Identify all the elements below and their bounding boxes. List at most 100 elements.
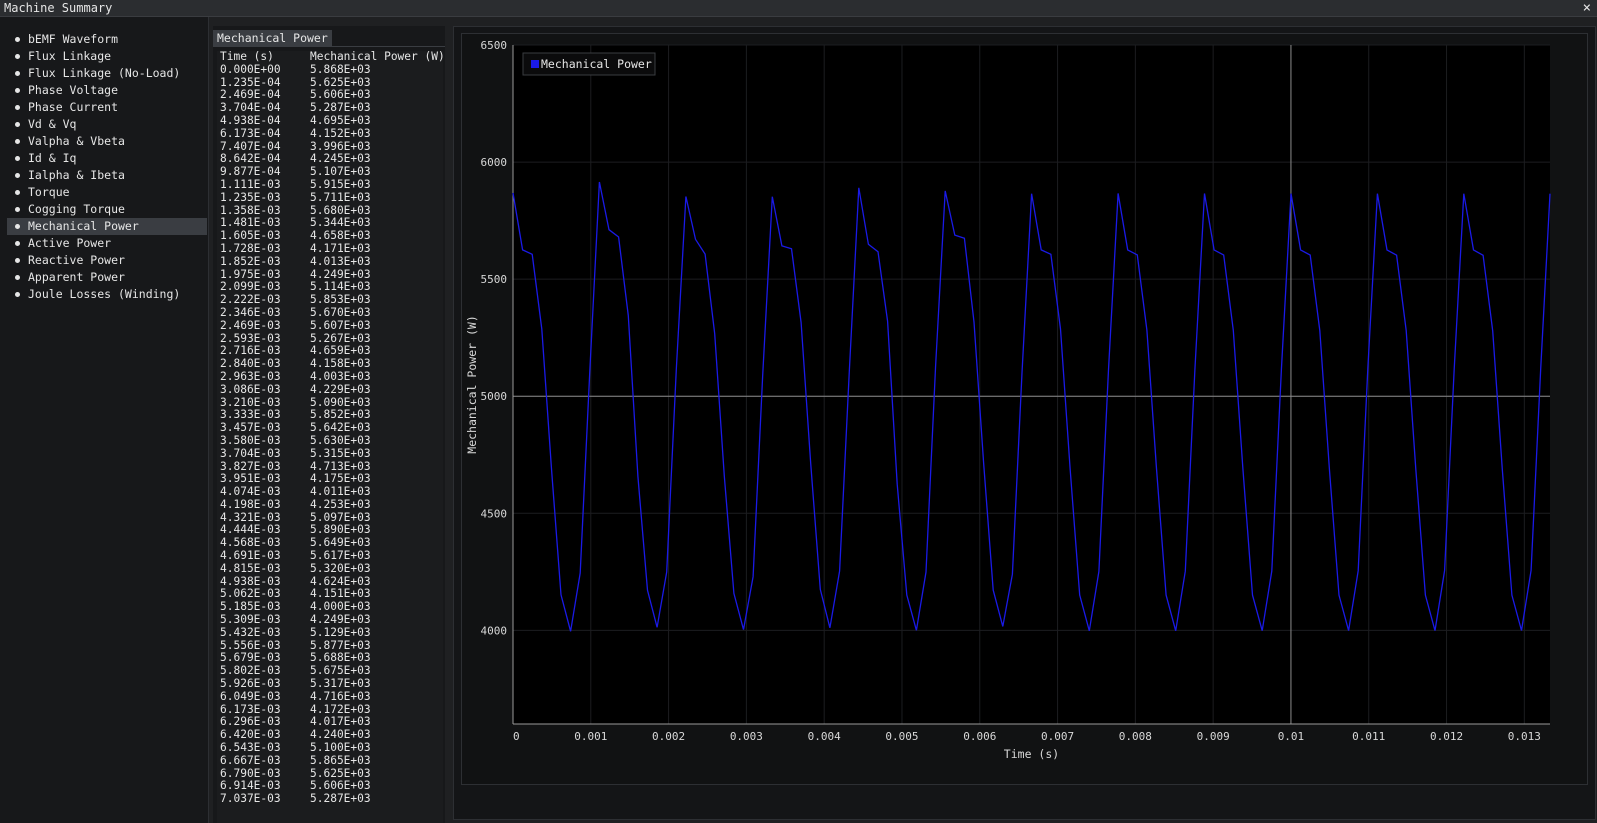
bullet-icon (15, 241, 20, 246)
sidebar-item-id-iq[interactable]: Id & Iq (7, 150, 207, 167)
sidebar-item-apparent-power[interactable]: Apparent Power (7, 269, 207, 286)
title-bar: Machine Summary × (0, 0, 1597, 17)
y-tick-label: 5500 (481, 273, 508, 286)
tab-mechanical-power[interactable]: Mechanical Power (213, 30, 332, 46)
bullet-icon (15, 71, 20, 76)
cell-power: 5.642E+03 (310, 421, 371, 435)
cell-power: 5.617E+03 (310, 549, 371, 563)
y-tick-label: 6000 (481, 156, 508, 169)
table-row: 7.037E-03 5.287E+03 (217, 792, 443, 806)
sidebar-item-torque[interactable]: Torque (7, 184, 207, 201)
close-icon[interactable]: × (1583, 0, 1591, 16)
x-tick-label: 0.013 (1508, 730, 1541, 743)
cell-power: 5.868E+03 (310, 62, 371, 76)
cell-power: 5.711E+03 (310, 190, 371, 204)
table-row: 3.086E-03 4.229E+03 (217, 382, 443, 397)
table-row: 6.543E-03 5.100E+03 (217, 741, 443, 755)
bullet-icon (15, 207, 20, 212)
table-row: 5.926E-03 5.317E+03 (217, 677, 443, 691)
header-power: Mechanical Power (W) (310, 51, 443, 63)
x-tick-label: 0.007 (1041, 730, 1074, 743)
x-tick-label: 0.002 (652, 730, 685, 743)
window-title: Machine Summary (4, 1, 113, 15)
cell-time: 5.309E-03 (220, 613, 281, 627)
cell-time: 1.111E-03 (220, 177, 281, 191)
table-row: 1.235E-03 5.711E+03 (217, 190, 443, 205)
cell-time: 5.432E-03 (220, 625, 281, 639)
cell-power: 4.695E+03 (310, 113, 371, 127)
sidebar-item-label: Reactive Power (28, 253, 125, 267)
cell-power: 5.630E+03 (310, 433, 371, 447)
x-tick-label: 0.005 (885, 730, 918, 743)
sidebar-item-mechanical-power[interactable]: Mechanical Power (7, 218, 207, 235)
cell-power: 5.315E+03 (310, 446, 371, 460)
table-row: 2.346E-03 5.670E+03 (217, 306, 443, 320)
mechanical-power-chart[interactable]: 0 0.001 0.002 0.003 0.004 0.005 0.006 0.007 0.00… (462, 34, 1587, 784)
sidebar-item-valpha-vbeta[interactable]: Valpha & Vbeta (7, 133, 207, 150)
y-tick-label: 4000 (481, 624, 508, 637)
cell-power: 5.100E+03 (310, 741, 371, 755)
plot-area[interactable]: 0 0.001 0.002 0.003 0.004 0.005 0.006 0.007 0.00… (461, 33, 1588, 785)
cell-time: 3.086E-03 (220, 382, 281, 396)
bullet-icon (15, 224, 20, 229)
bullet-icon (15, 156, 20, 161)
cell-power: 5.129E+03 (310, 625, 371, 639)
cell-time: 2.963E-03 (220, 369, 281, 383)
sidebar-item-label: Phase Current (28, 100, 119, 114)
y-tick-label: 4500 (481, 507, 508, 520)
data-table[interactable]: Time (s) Mechanical Power (W) 0.000E+00 5.… (217, 51, 443, 823)
bullet-icon (15, 275, 20, 280)
x-tick-label: 0.01 (1278, 730, 1305, 743)
sidebar-item-joule-losses-winding[interactable]: Joule Losses (Winding) (7, 286, 207, 303)
cell-time: 2.840E-03 (220, 357, 281, 371)
sidebar-item-label: Flux Linkage (No-Load) (28, 66, 181, 80)
header-time: Time (s) (220, 51, 274, 63)
table-row: 4.815E-03 5.320E+03 (217, 562, 443, 576)
cell-time: 6.173E-04 (220, 126, 281, 140)
sidebar-item-label: Valpha & Vbeta (28, 134, 125, 148)
sidebar-item-ialpha-ibeta[interactable]: Ialpha & Ibeta (7, 167, 207, 184)
bullet-icon (15, 122, 20, 127)
cell-time: 1.728E-03 (220, 241, 281, 255)
cell-time: 0.000E+00 (220, 62, 281, 76)
cell-time: 6.667E-03 (220, 753, 281, 767)
cell-time: 4.691E-03 (220, 549, 281, 563)
cell-power: 4.152E+03 (310, 126, 371, 140)
sidebar-item-label: Torque (28, 185, 70, 199)
cell-power: 4.229E+03 (310, 382, 371, 396)
legend-swatch (531, 60, 539, 68)
cell-power: 5.865E+03 (310, 753, 371, 767)
sidebar-item-bemf-waveform[interactable]: bEMF Waveform (7, 31, 207, 48)
table-row: 3.457E-03 5.642E+03 (217, 421, 443, 435)
table-row: 2.469E-03 5.607E+03 (217, 318, 443, 333)
sidebar-item-cogging-torque[interactable]: Cogging Torque (7, 201, 207, 218)
cell-power: 4.003E+03 (310, 369, 371, 383)
bullet-icon (15, 173, 20, 178)
sidebar-item-flux-linkage-no-load[interactable]: Flux Linkage (No-Load) (7, 65, 207, 82)
sidebar-item-flux-linkage[interactable]: Flux Linkage (7, 48, 207, 65)
sidebar-item-phase-voltage[interactable]: Phase Voltage (7, 82, 207, 99)
table-row: 0.000E+00 5.868E+03 (217, 62, 443, 77)
bullet-icon (15, 190, 20, 195)
sidebar-item-reactive-power[interactable]: Reactive Power (7, 252, 207, 269)
sidebar-item-vd-vq[interactable]: Vd & Vq (7, 116, 207, 133)
table-row: 6.049E-03 4.716E+03 (217, 689, 443, 704)
cell-time: 3.704E-03 (220, 446, 281, 460)
sidebar-item-active-power[interactable]: Active Power (7, 235, 207, 252)
cell-power: 4.171E+03 (310, 241, 371, 255)
table-row: 1.728E-03 4.171E+03 (217, 241, 443, 256)
x-tick-label: 0.001 (574, 730, 607, 743)
bullet-icon (15, 54, 20, 59)
cell-time: 2.469E-03 (220, 318, 281, 332)
y-tick-label: 5000 (481, 390, 508, 403)
legend-label: Mechanical Power (541, 57, 652, 71)
sidebar-item-label: Joule Losses (Winding) (28, 287, 181, 301)
table-row: 4.691E-03 5.617E+03 (217, 549, 443, 563)
cell-power: 4.716E+03 (310, 689, 371, 703)
table-row: 5.432E-03 5.129E+03 (217, 625, 443, 640)
cell-power: 5.607E+03 (310, 318, 371, 332)
table-row: 5.309E-03 4.249E+03 (217, 613, 443, 627)
sidebar-item-phase-current[interactable]: Phase Current (7, 99, 207, 116)
sidebar-item-label: Cogging Torque (28, 202, 125, 216)
cell-power: 5.915E+03 (310, 177, 371, 191)
